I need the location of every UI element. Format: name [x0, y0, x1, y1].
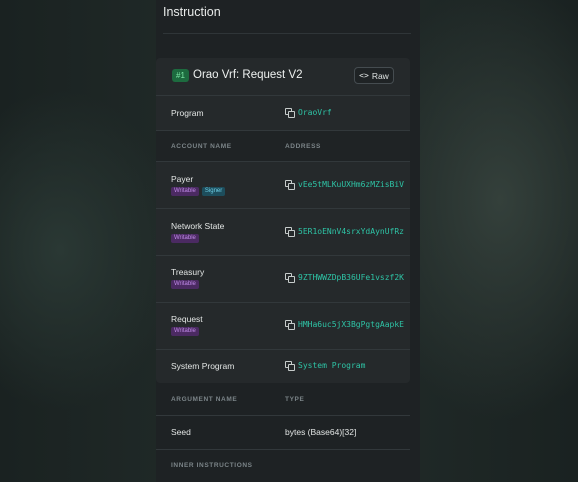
- copy-icon[interactable]: [285, 320, 295, 330]
- argument-type: bytes (Base64)[32]: [285, 427, 357, 437]
- argument-name: Seed: [171, 427, 191, 437]
- account-row: System Program System Program: [156, 350, 410, 383]
- account-address-link[interactable]: HMHa6uc5jX3BgPgtgAapkE: [298, 320, 404, 329]
- instruction-index-badge: #1: [172, 69, 189, 82]
- account-name: Treasury: [171, 267, 205, 277]
- writable-tag: Writable: [171, 234, 199, 243]
- accounts-table-header: ACCOUNT NAME ADDRESS: [156, 131, 410, 162]
- arguments-table-header: ARGUMENT NAME TYPE: [156, 384, 410, 416]
- raw-button-label: Raw: [371, 70, 389, 81]
- copy-icon[interactable]: [285, 273, 295, 283]
- writable-tag: Writable: [171, 280, 199, 289]
- program-row: Program OraoVrf: [156, 96, 410, 131]
- account-tags: Writable: [171, 280, 199, 289]
- account-name-header: ACCOUNT NAME: [171, 143, 232, 150]
- section-title: Instruction: [163, 5, 221, 19]
- account-address[interactable]: HMHa6uc5jX3BgPgtgAapkE: [285, 320, 404, 330]
- instruction-panel: Instruction #1 Orao Vrf: Request V2 <> R…: [156, 0, 420, 482]
- signer-tag: Signer: [201, 187, 226, 196]
- writable-tag: Writable: [171, 327, 199, 336]
- inner-instructions-label: INNER INSTRUCTIONS: [171, 462, 253, 469]
- account-name: System Program: [171, 361, 235, 371]
- instruction-card: #1 Orao Vrf: Request V2 <> Raw Program O…: [156, 58, 410, 383]
- raw-button[interactable]: <> Raw: [354, 67, 394, 84]
- argument-row: Seed bytes (Base64)[32]: [156, 416, 410, 450]
- account-address[interactable]: 5ER1oENnV4srxYdAynUfRz: [285, 227, 404, 237]
- account-name: Request: [171, 314, 203, 324]
- account-address[interactable]: 9ZTHWWZDpB36UFe1vszf2K: [285, 273, 404, 283]
- account-address-link[interactable]: System Program: [298, 361, 365, 370]
- account-row: Network State Writable 5ER1oENnV4srxYdAy…: [156, 209, 410, 256]
- instruction-header: #1 Orao Vrf: Request V2 <> Raw: [156, 58, 410, 96]
- inner-instructions-header: INNER INSTRUCTIONS: [156, 450, 410, 482]
- account-row: Request Writable HMHa6uc5jX3BgPgtgAapkE: [156, 303, 410, 350]
- account-name: Payer: [171, 174, 194, 184]
- account-row: Treasury Writable 9ZTHWWZDpB36UFe1vszf2K: [156, 256, 410, 303]
- account-row: Payer Writable Signer vEe5tMLKuUXHm6zMZi…: [156, 162, 410, 209]
- account-address-link[interactable]: vEe5tMLKuUXHm6zMZisBiV: [298, 180, 404, 189]
- argument-name-header: ARGUMENT NAME: [171, 396, 238, 403]
- copy-icon[interactable]: [285, 227, 295, 237]
- copy-icon[interactable]: [285, 180, 295, 190]
- account-address[interactable]: System Program: [285, 361, 365, 371]
- divider: [163, 33, 411, 34]
- program-label: Program: [171, 108, 204, 118]
- copy-icon[interactable]: [285, 108, 295, 118]
- account-address[interactable]: vEe5tMLKuUXHm6zMZisBiV: [285, 180, 404, 190]
- account-address-link[interactable]: 9ZTHWWZDpB36UFe1vszf2K: [298, 273, 404, 282]
- instruction-title: Orao Vrf: Request V2: [193, 69, 303, 81]
- account-name: Network State: [171, 221, 225, 231]
- program-value[interactable]: OraoVrf: [285, 108, 332, 118]
- copy-icon[interactable]: [285, 361, 295, 371]
- account-tags: Writable: [171, 327, 199, 336]
- account-tags: Writable: [171, 234, 199, 243]
- account-address-link[interactable]: 5ER1oENnV4srxYdAynUfRz: [298, 227, 404, 236]
- type-header: TYPE: [285, 396, 305, 403]
- address-header: ADDRESS: [285, 143, 321, 150]
- code-icon: <>: [359, 71, 369, 80]
- account-tags: Writable Signer: [171, 187, 226, 196]
- program-link[interactable]: OraoVrf: [298, 108, 332, 117]
- writable-tag: Writable: [171, 187, 199, 196]
